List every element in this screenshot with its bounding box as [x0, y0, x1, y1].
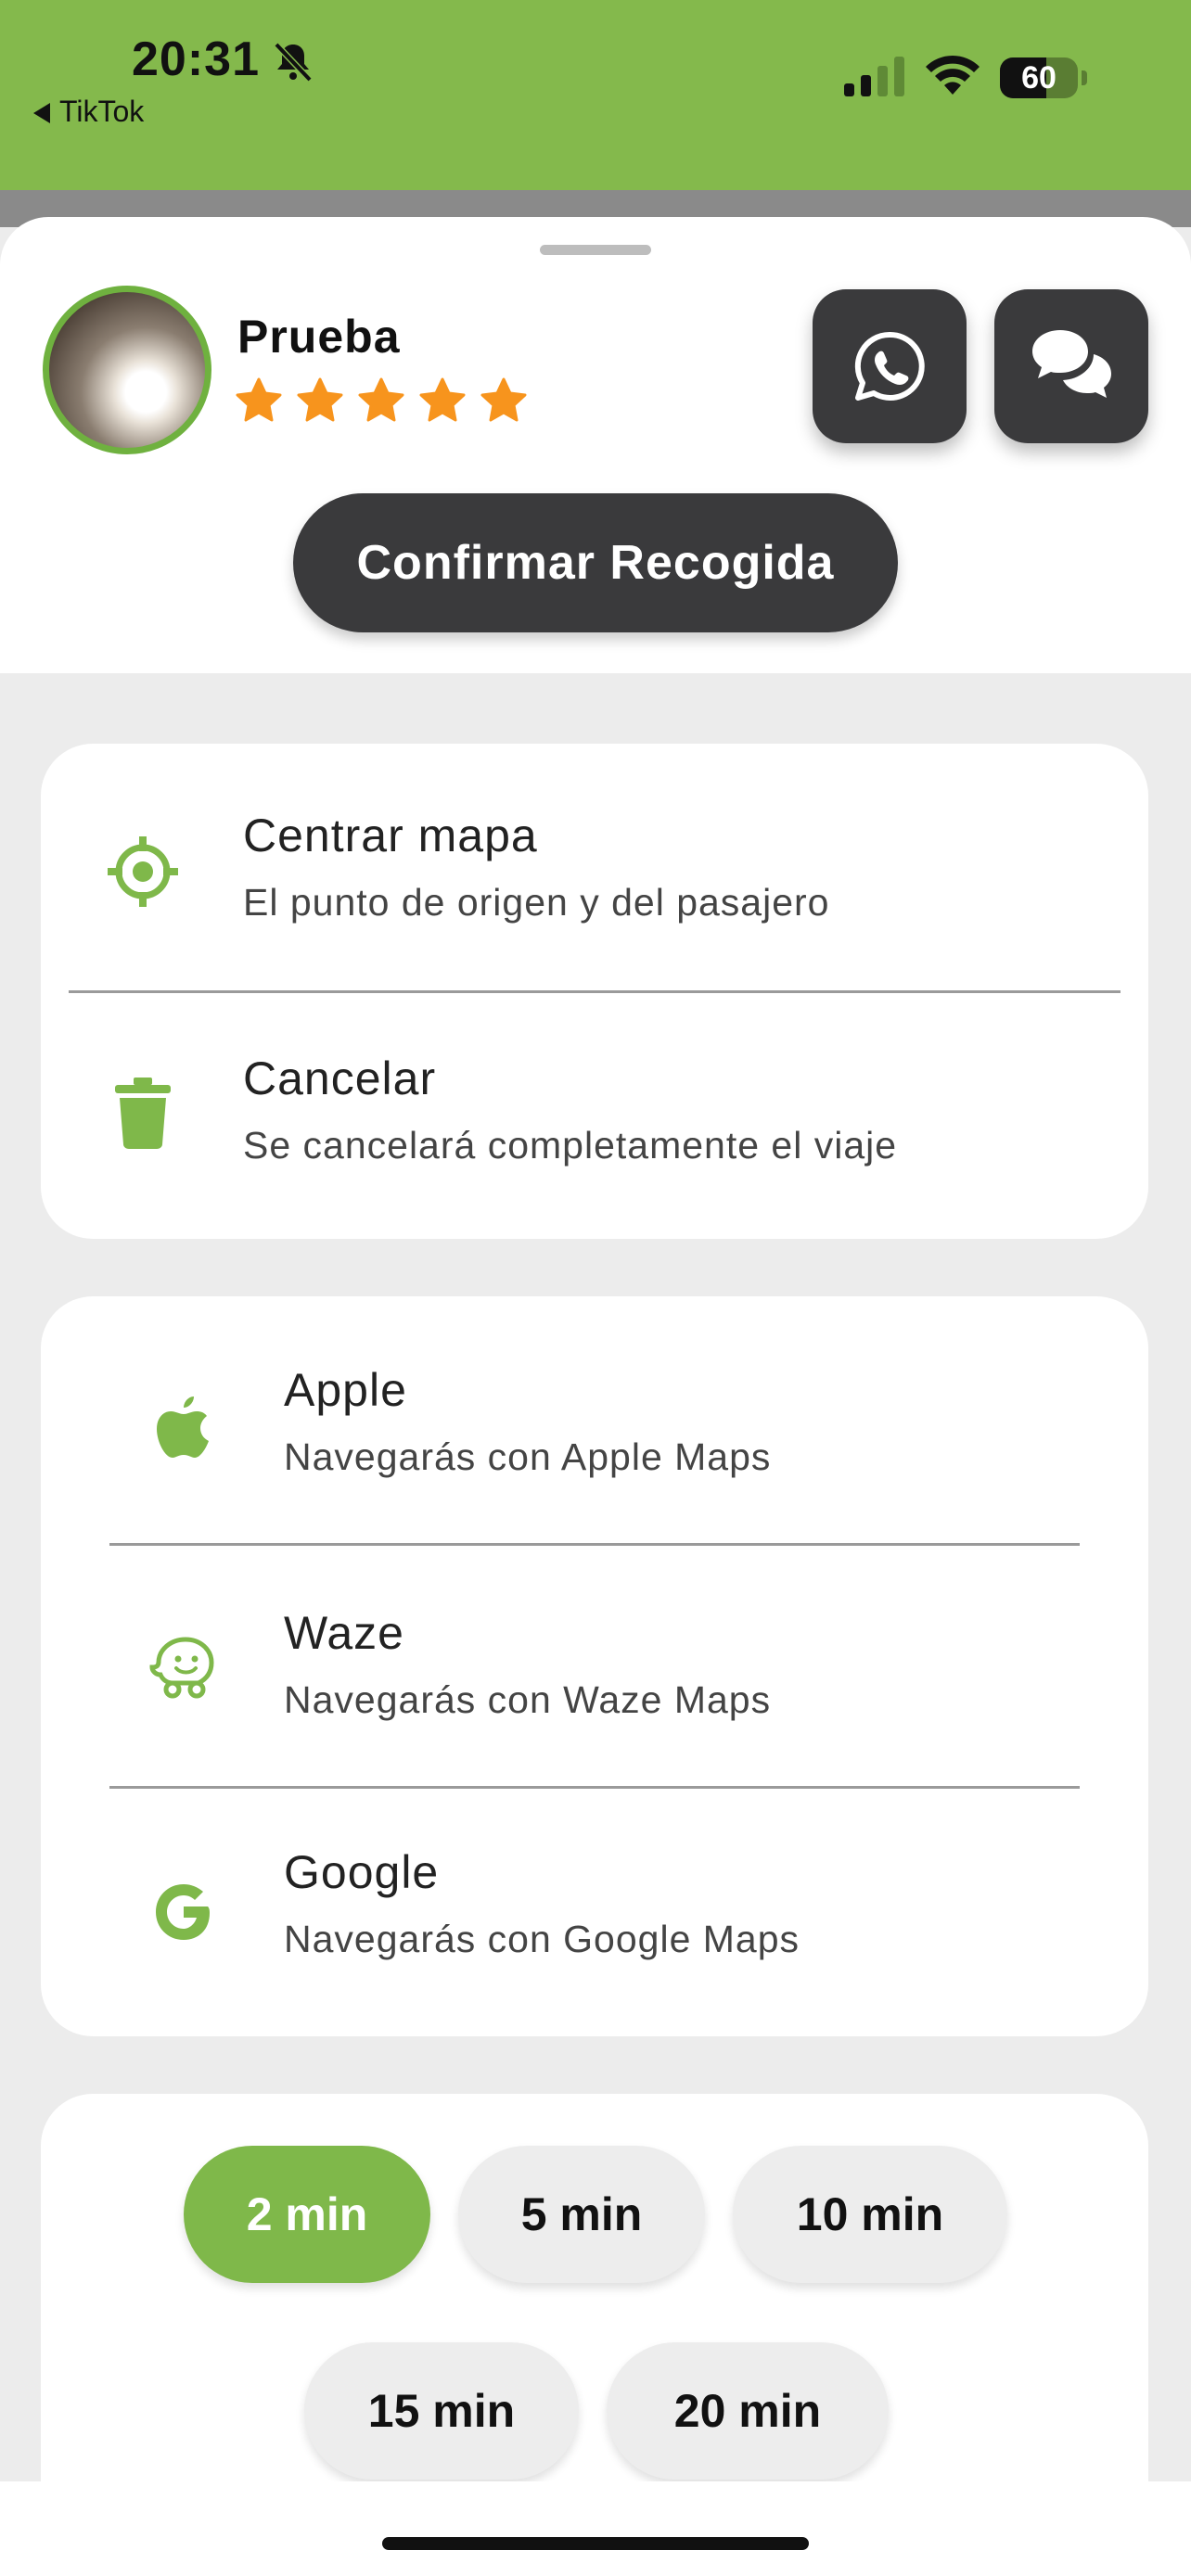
rating-stars — [234, 376, 529, 427]
status-time: 20:31 — [132, 32, 260, 86]
cancel-trip-option[interactable]: Cancelar Se cancelará completamente el v… — [41, 996, 1148, 1239]
battery-indicator: 60 — [1000, 57, 1089, 98]
star-icon — [358, 377, 404, 422]
nav-title: Apple — [284, 1364, 407, 1416]
confirm-pickup-button[interactable]: Confirmar Recogida — [293, 493, 898, 632]
crosshair-icon — [104, 833, 182, 911]
google-icon — [145, 1873, 223, 1951]
battery-percent: 60 — [1021, 60, 1057, 96]
whatsapp-icon — [854, 331, 925, 401]
trip-options-card: Centrar mapa El punto de origen y del pa… — [41, 744, 1148, 1239]
bell-muted-icon — [274, 42, 313, 83]
center-map-option[interactable]: Centrar mapa El punto de origen y del pa… — [41, 744, 1148, 987]
chat-bubbles-icon — [1032, 330, 1111, 398]
nav-apple-option[interactable]: Apple Navegarás con Apple Maps — [41, 1296, 1148, 1539]
nav-google-option[interactable]: Google Navegarás con Google Maps — [41, 1790, 1148, 2033]
avatar — [43, 286, 211, 454]
trash-icon — [104, 1074, 182, 1152]
whatsapp-button[interactable] — [813, 289, 967, 443]
wifi-icon — [926, 55, 980, 95]
drag-handle[interactable] — [540, 245, 651, 255]
home-indicator[interactable] — [382, 2537, 809, 2550]
nav-subtitle: Navegarás con Google Maps — [284, 1918, 800, 1960]
passenger-name: Prueba — [237, 311, 401, 363]
driver-sheet-header: Prueba Confirmar Recogida — [0, 217, 1191, 673]
cellular-signal-icon — [844, 57, 904, 96]
nav-title: Waze — [284, 1607, 404, 1659]
waze-icon — [145, 1628, 223, 1706]
option-title: Cancelar — [243, 1052, 437, 1104]
star-icon — [236, 377, 282, 422]
star-icon — [480, 377, 527, 422]
nav-title: Google — [284, 1846, 440, 1898]
option-subtitle: El punto de origen y del pasajero — [243, 881, 830, 924]
divider — [69, 990, 1121, 993]
star-icon — [419, 377, 466, 422]
wait-time-chip-10[interactable]: 10 min — [733, 2146, 1007, 2283]
back-arrow-icon — [33, 103, 50, 123]
navigation-apps-card: Apple Navegarás con Apple Maps Waze Nave… — [41, 1296, 1148, 2036]
star-icon — [297, 377, 343, 422]
wait-time-chip-20[interactable]: 20 min — [607, 2342, 889, 2480]
option-title: Centrar mapa — [243, 810, 538, 861]
back-app-label: TikTok — [59, 95, 145, 128]
wait-time-chip-5[interactable]: 5 min — [458, 2146, 705, 2283]
nav-waze-option[interactable]: Waze Navegarás con Waze Maps — [41, 1543, 1148, 1786]
nav-subtitle: Navegarás con Waze Maps — [284, 1678, 772, 1721]
apple-icon — [145, 1387, 223, 1465]
wait-time-chip-15[interactable]: 15 min — [304, 2342, 579, 2480]
chat-button[interactable] — [994, 289, 1148, 443]
wait-time-chip-2[interactable]: 2 min — [184, 2146, 430, 2283]
option-subtitle: Se cancelará completamente el viaje — [243, 1124, 898, 1167]
status-bar: 20:31 TikTok 60 — [0, 0, 1191, 190]
back-to-app-link[interactable]: TikTok — [33, 95, 144, 129]
home-bar-area — [0, 2481, 1191, 2576]
divider — [109, 1786, 1080, 1789]
nav-subtitle: Navegarás con Apple Maps — [284, 1435, 772, 1478]
